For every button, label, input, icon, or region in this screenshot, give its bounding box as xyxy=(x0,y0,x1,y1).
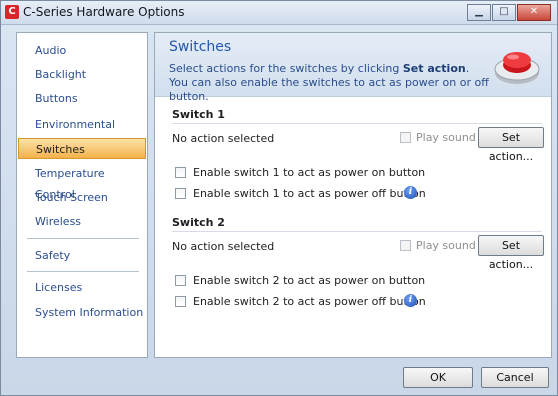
sidebar-item-environmental-control[interactable]: Environmental Control xyxy=(18,114,146,152)
checkbox-icon xyxy=(175,167,186,178)
close-button[interactable]: ✕ xyxy=(517,4,551,21)
title-bar[interactable]: C C-Series Hardware Options ▁ □ ✕ xyxy=(1,1,557,25)
switch-2-power-on-label: Enable switch 2 to act as power on butto… xyxy=(193,274,426,287)
switch-1-heading: Switch 1 xyxy=(172,108,225,121)
panel-header: Switches Select actions for the switches… xyxy=(155,33,551,103)
page-description: Select actions for the switches by click… xyxy=(169,62,489,104)
switch-2-power-off-checkbox[interactable]: Enable switch 2 to act as power off butt… xyxy=(175,295,426,308)
sidebar-item-temperature-control[interactable]: Temperature Control xyxy=(18,163,146,201)
switch-2-set-action-button[interactable]: Set action... xyxy=(478,235,544,271)
checkbox-icon xyxy=(175,188,186,199)
checkbox-icon xyxy=(175,275,186,286)
hardware-options-window: C C-Series Hardware Options ▁ □ ✕ Audio … xyxy=(0,0,558,396)
window-controls: ▁ □ ✕ xyxy=(466,4,551,21)
sidebar-item-safety[interactable]: Safety xyxy=(18,245,146,266)
sidebar-item-backlight[interactable]: Backlight xyxy=(18,64,146,85)
switch-1-status: No action selected xyxy=(172,132,275,145)
switch-1-power-on-label: Enable switch 1 to act as power on butto… xyxy=(193,166,426,179)
play-sound-label: Play sound xyxy=(416,131,476,144)
section-divider xyxy=(172,231,542,232)
switch-1-set-action-button[interactable]: Set action... xyxy=(478,127,544,163)
section-divider xyxy=(172,123,542,124)
content-panel: Switches Select actions for the switches… xyxy=(154,32,552,358)
window-title: C-Series Hardware Options xyxy=(23,5,185,19)
sidebar-item-licenses[interactable]: Licenses xyxy=(18,277,146,298)
maximize-button[interactable]: □ xyxy=(492,4,516,21)
checkbox-icon xyxy=(400,132,411,143)
sidebar-divider xyxy=(27,271,139,272)
switch-2-play-sound-checkbox[interactable]: Play sound xyxy=(400,239,476,252)
switch-1-play-sound-checkbox[interactable]: Play sound xyxy=(400,131,476,144)
sidebar-item-wireless[interactable]: Wireless xyxy=(18,211,146,232)
sidebar-item-system-information[interactable]: System Information xyxy=(18,302,146,323)
description-bold-text: Set action xyxy=(402,62,466,75)
sidebar-divider xyxy=(27,238,139,239)
description-text: Select actions for the switches by click… xyxy=(169,62,403,75)
switch-2-power-on-checkbox[interactable]: Enable switch 2 to act as power on butto… xyxy=(175,274,425,287)
switch-1-power-off-checkbox[interactable]: Enable switch 1 to act as power off butt… xyxy=(175,187,426,200)
sidebar-item-buttons[interactable]: Buttons xyxy=(18,88,146,109)
checkbox-icon xyxy=(175,296,186,307)
sidebar-item-switches[interactable]: Switches xyxy=(18,138,146,159)
maximize-icon: □ xyxy=(499,6,509,17)
minimize-icon: ▁ xyxy=(475,6,483,17)
app-logo-icon: C xyxy=(5,5,19,19)
sidebar: Audio Backlight Buttons Environmental Co… xyxy=(16,32,148,358)
switch-2-power-off-label: Enable switch 2 to act as power off butt… xyxy=(193,295,426,308)
close-icon: ✕ xyxy=(529,6,539,17)
sidebar-item-audio[interactable]: Audio xyxy=(18,40,146,61)
info-icon[interactable]: i xyxy=(404,294,417,307)
ok-button[interactable]: OK xyxy=(403,367,473,388)
switch-2-status: No action selected xyxy=(172,240,275,253)
info-icon[interactable]: i xyxy=(404,186,417,199)
switch-1-power-on-checkbox[interactable]: Enable switch 1 to act as power on butto… xyxy=(175,166,425,179)
page-title: Switches xyxy=(169,39,232,55)
switch-1-power-off-label: Enable switch 1 to act as power off butt… xyxy=(193,187,426,200)
cancel-button[interactable]: Cancel xyxy=(481,367,549,388)
switch-illustration-icon xyxy=(494,52,540,84)
minimize-button[interactable]: ▁ xyxy=(467,4,491,21)
play-sound-label: Play sound xyxy=(416,239,476,252)
checkbox-icon xyxy=(400,240,411,251)
switch-2-heading: Switch 2 xyxy=(172,216,225,229)
sidebar-item-touch-screen[interactable]: Touch Screen xyxy=(18,187,146,208)
